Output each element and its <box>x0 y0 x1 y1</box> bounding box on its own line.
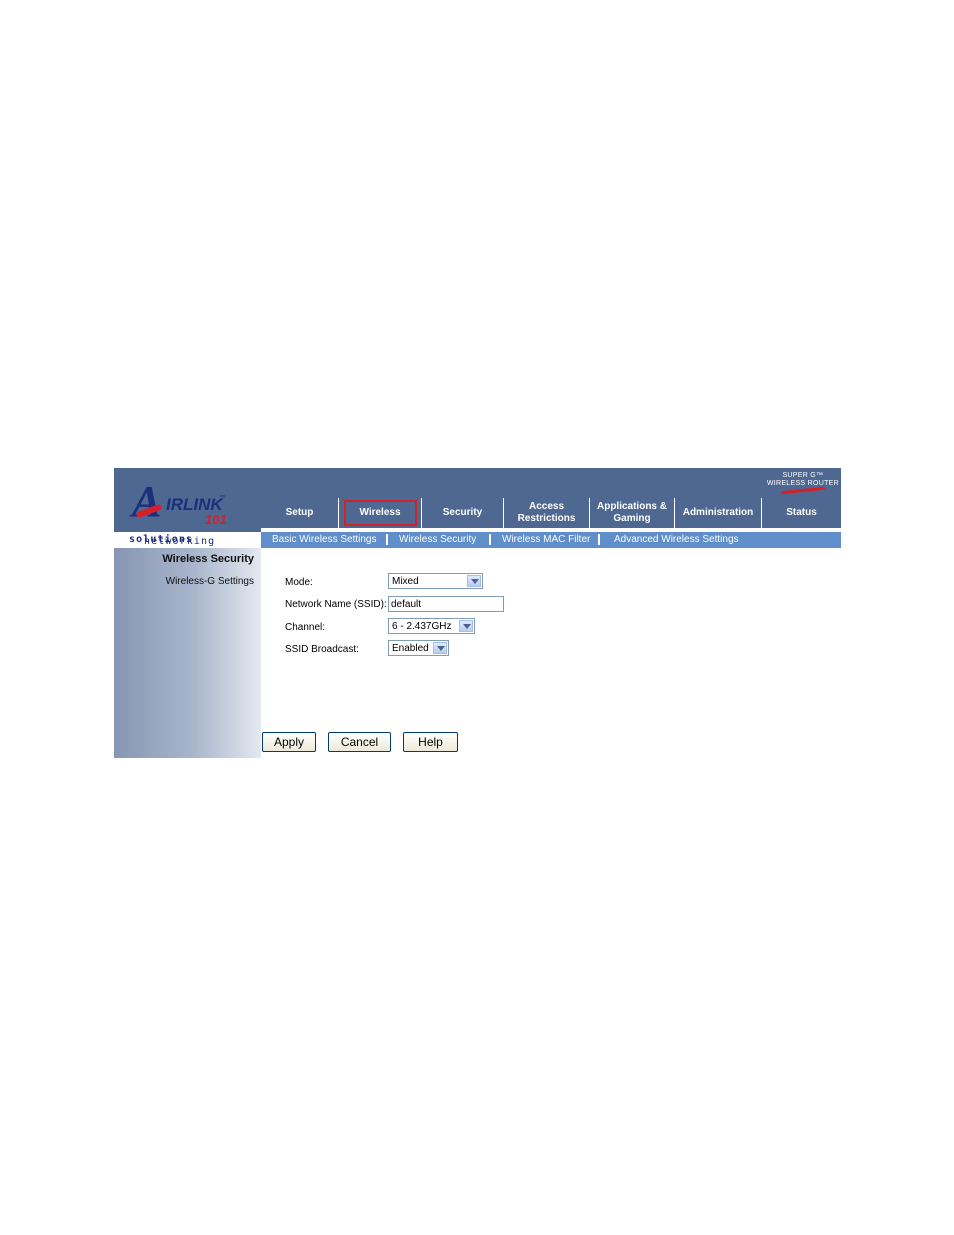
ssid-broadcast-label: SSID Broadcast: <box>285 644 359 655</box>
subnav-wireless-mac-filter[interactable]: Wireless MAC Filter <box>502 534 590 545</box>
channel-select[interactable]: 6 - 2.437GHz <box>388 618 475 634</box>
tagline-regular: networking <box>144 536 216 547</box>
logo-number: 101 <box>205 512 227 527</box>
tab-applications-gaming[interactable]: Applications & Gaming <box>590 498 675 528</box>
chevron-down-icon[interactable] <box>433 642 447 654</box>
ssid-broadcast-select[interactable]: Enabled <box>388 640 449 656</box>
mode-value: Mixed <box>392 576 419 587</box>
tab-wireless[interactable]: Wireless <box>339 498 422 528</box>
section-title: Wireless Security <box>162 553 254 565</box>
subnav-advanced-wireless-settings[interactable]: Advanced Wireless Settings <box>614 534 739 545</box>
product-line-2: WIRELESS ROUTER <box>766 480 839 487</box>
tab-label: Setup <box>285 507 314 518</box>
section-subtitle: Wireless-G Settings <box>165 576 254 587</box>
ssid-label: Network Name (SSID): <box>285 599 387 610</box>
tab-label: Applications & Gaming <box>596 501 667 524</box>
tab-label: Security <box>442 507 483 518</box>
router-admin-panel: A IRLINK ™ 101 networking solutions SUPER… <box>114 468 841 758</box>
apply-button[interactable]: Apply <box>262 732 316 752</box>
tab-label: Status <box>786 507 817 518</box>
logo-trademark: ™ <box>219 495 225 501</box>
product-line-1: SUPER G™ <box>782 472 824 479</box>
logo-letter-a: A <box>132 477 161 526</box>
tab-administration[interactable]: Administration <box>675 498 762 528</box>
tab-label: Administration <box>682 507 754 518</box>
tab-status[interactable]: Status <box>762 498 841 528</box>
tab-label: Access Restrictions <box>517 501 576 524</box>
mode-label: Mode: <box>285 577 313 588</box>
tab-access-restrictions[interactable]: Access Restrictions <box>504 498 590 528</box>
tab-highlight-box <box>344 500 417 526</box>
cancel-button[interactable]: Cancel <box>328 732 391 752</box>
subnav-separator <box>598 534 600 545</box>
tagline: networking solutions <box>114 532 261 548</box>
chevron-down-icon[interactable] <box>467 575 481 587</box>
product-badge: SUPER G™ WIRELESS ROUTER <box>766 472 839 495</box>
ssid-input[interactable]: default <box>388 596 504 612</box>
sub-nav: Basic Wireless Settings Wireless Securit… <box>261 532 841 548</box>
channel-label: Channel: <box>285 622 326 633</box>
subnav-separator <box>489 534 491 545</box>
help-button[interactable]: Help <box>403 732 458 752</box>
chevron-down-icon[interactable] <box>459 620 473 632</box>
subnav-basic-wireless-settings[interactable]: Basic Wireless Settings <box>272 534 376 545</box>
tab-security[interactable]: Security <box>422 498 504 528</box>
main-nav: Setup Wireless Security Access Restricti… <box>261 498 841 528</box>
ssid-broadcast-value: Enabled <box>392 643 429 654</box>
left-sidebar: Wireless Security Wireless-G Settings <box>114 548 261 758</box>
subnav-wireless-security[interactable]: Wireless Security <box>399 534 476 545</box>
subnav-separator <box>386 534 388 545</box>
channel-value: 6 - 2.437GHz <box>392 621 452 632</box>
mode-select[interactable]: Mixed <box>388 573 483 589</box>
tab-setup[interactable]: Setup <box>261 498 339 528</box>
